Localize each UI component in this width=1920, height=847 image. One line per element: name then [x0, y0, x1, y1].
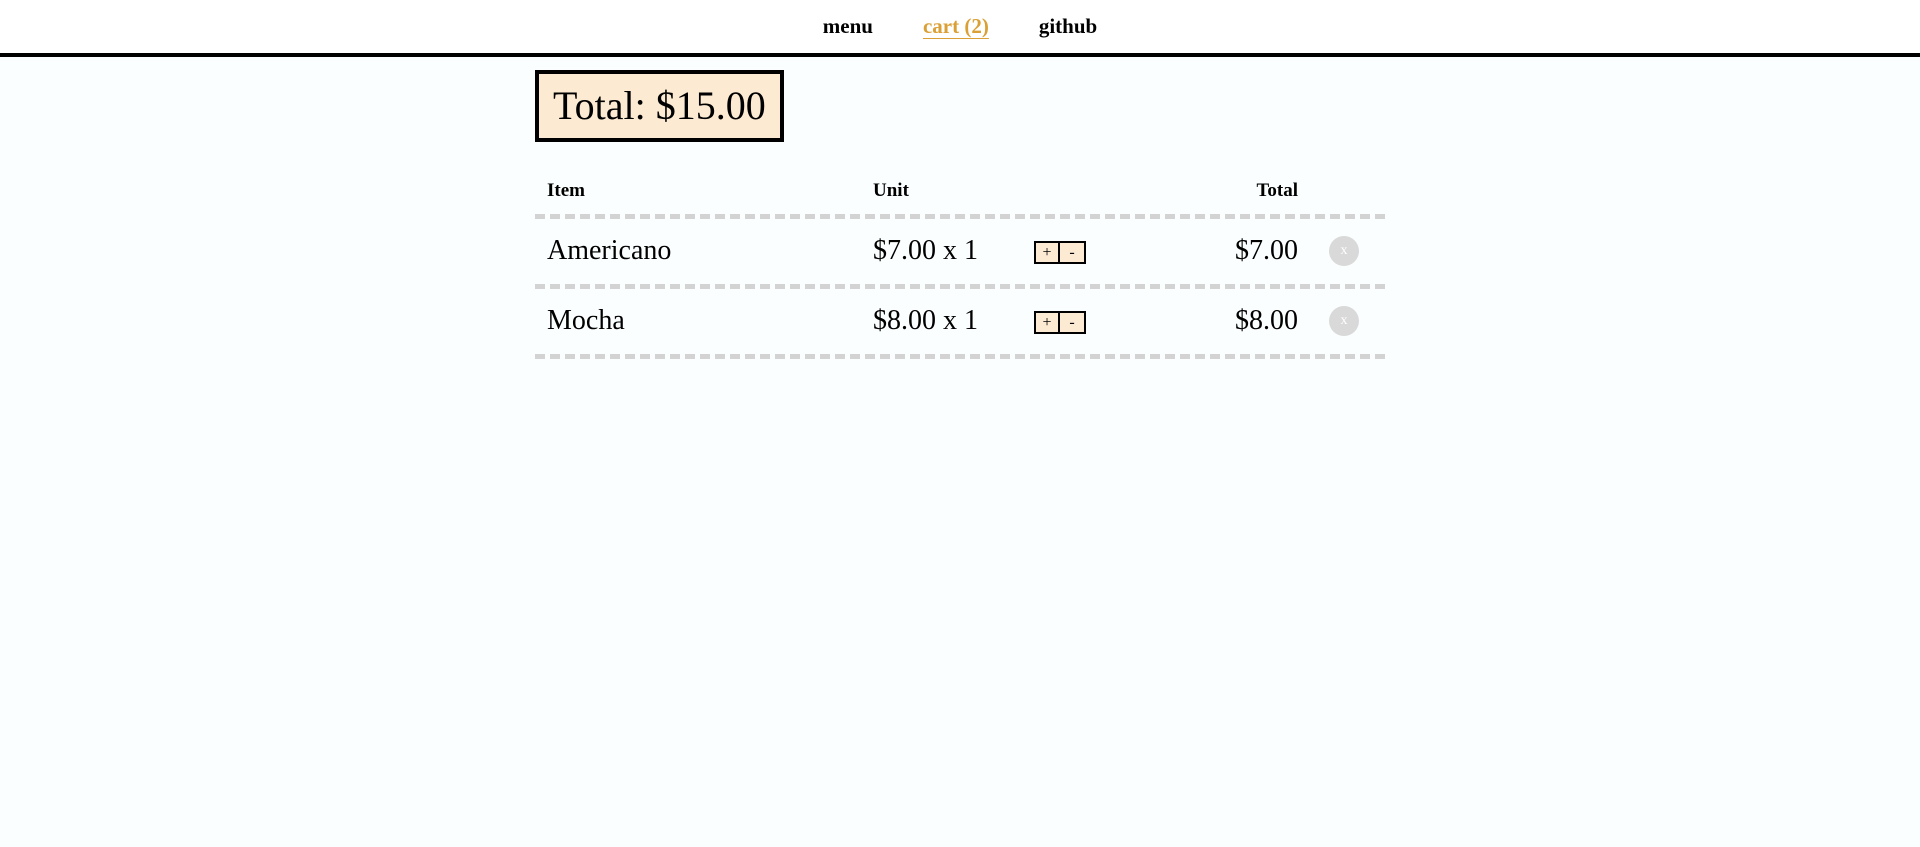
header-total: Total — [1256, 180, 1298, 201]
nav-github-link[interactable]: github — [1039, 14, 1097, 38]
decrease-quantity-button[interactable]: - — [1060, 241, 1086, 264]
remove-item-button[interactable]: x — [1329, 236, 1359, 266]
row-item-name: Americano — [547, 235, 672, 266]
increase-quantity-button[interactable]: + — [1034, 241, 1060, 264]
nav-menu-link[interactable]: menu — [823, 14, 873, 38]
increase-quantity-button[interactable]: + — [1034, 311, 1060, 334]
row-item-name: Mocha — [547, 305, 625, 336]
table-row: Mocha $8.00 x 1 + - $8.00 x — [535, 289, 1385, 359]
header-item: Item — [547, 180, 585, 201]
row-unit-price: $7.00 x 1 — [873, 235, 978, 266]
row-line-total: $8.00 — [1235, 305, 1298, 336]
cart-table-header: Item Unit Total — [535, 172, 1385, 219]
cart-container: Total: $15.00 Item Unit Total Americano … — [535, 70, 1385, 359]
row-unit-price: $8.00 x 1 — [873, 305, 978, 336]
decrease-quantity-button[interactable]: - — [1060, 311, 1086, 334]
nav-cart-link[interactable]: cart (2) — [923, 14, 989, 38]
quantity-stepper: + - — [1034, 241, 1086, 264]
quantity-stepper: + - — [1034, 311, 1086, 334]
header-unit: Unit — [873, 180, 909, 201]
cart-total: Total: $15.00 — [535, 70, 784, 142]
remove-item-button[interactable]: x — [1329, 306, 1359, 336]
top-nav: menu cart (2) github — [0, 0, 1920, 57]
cart-table: Item Unit Total Americano $7.00 x 1 + - … — [535, 172, 1385, 359]
table-row: Americano $7.00 x 1 + - $7.00 x — [535, 219, 1385, 289]
row-line-total: $7.00 — [1235, 235, 1298, 266]
